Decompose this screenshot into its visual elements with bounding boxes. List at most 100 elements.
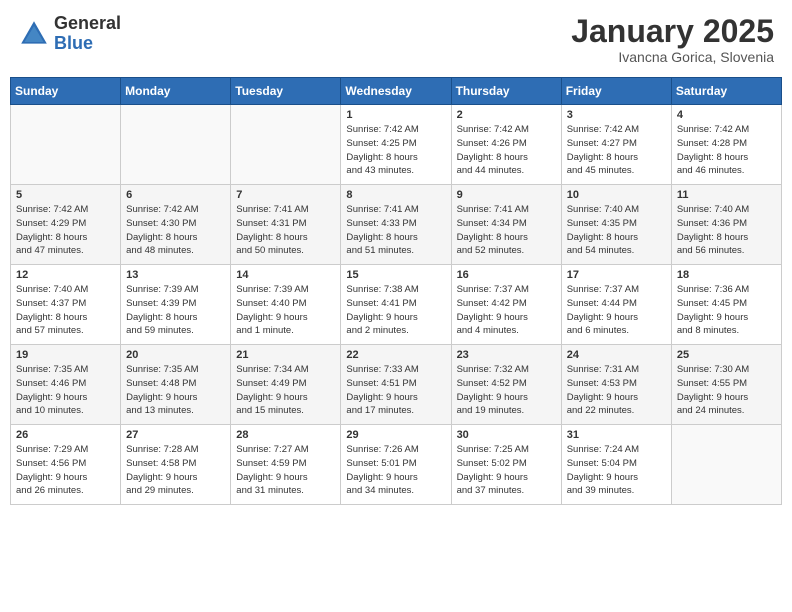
day-info: Sunrise: 7:42 AMSunset: 4:28 PMDaylight:… bbox=[677, 123, 776, 178]
day-info: Sunrise: 7:29 AMSunset: 4:56 PMDaylight:… bbox=[16, 443, 115, 498]
calendar-cell: 23Sunrise: 7:32 AMSunset: 4:52 PMDayligh… bbox=[451, 345, 561, 425]
logo-blue-text: Blue bbox=[54, 34, 121, 54]
day-info: Sunrise: 7:41 AMSunset: 4:31 PMDaylight:… bbox=[236, 203, 335, 258]
calendar-cell: 24Sunrise: 7:31 AMSunset: 4:53 PMDayligh… bbox=[561, 345, 671, 425]
calendar-cell: 15 Sunrise: 7:38 AMSunset: 4:41 PMDayligh… bbox=[341, 265, 451, 345]
calendar-week-5: 26 Sunrise: 7:29 AMSunset: 4:56 PMDayligh… bbox=[11, 425, 782, 505]
weekday-header-tuesday: Tuesday bbox=[231, 78, 341, 105]
calendar-cell bbox=[231, 105, 341, 185]
day-number: 17 bbox=[567, 269, 666, 281]
calendar-cell: 13Sunrise: 7:39 AMSunset: 4:39 PMDayligh… bbox=[121, 265, 231, 345]
calendar-cell: 26 Sunrise: 7:29 AMSunset: 4:56 PMDayligh… bbox=[11, 425, 121, 505]
logo-text: General Blue bbox=[54, 14, 121, 54]
calendar-cell: 12 Sunrise: 7:40 AMSunset: 4:37 PMDayligh… bbox=[11, 265, 121, 345]
day-info: Sunrise: 7:40 AMSunset: 4:36 PMDaylight:… bbox=[677, 203, 776, 258]
day-number: 28 bbox=[236, 429, 335, 441]
day-info: Sunrise: 7:32 AMSunset: 4:52 PMDaylight:… bbox=[457, 363, 556, 418]
location-text: Ivancna Gorica, Slovenia bbox=[571, 49, 774, 65]
day-number: 15 bbox=[346, 269, 445, 281]
day-info: Sunrise: 7:39 AMSunset: 4:40 PMDaylight:… bbox=[236, 283, 335, 338]
day-number: 9 bbox=[457, 189, 556, 201]
calendar-cell: 31 Sunrise: 7:24 AMSunset: 5:04 PMDayligh… bbox=[561, 425, 671, 505]
page-header: General Blue January 2025 Ivancna Gorica… bbox=[10, 10, 782, 69]
logo-icon bbox=[18, 18, 50, 50]
day-number: 16 bbox=[457, 269, 556, 281]
calendar-table: SundayMondayTuesdayWednesdayThursdayFrid… bbox=[10, 77, 782, 505]
calendar-cell: 17 Sunrise: 7:37 AMSunset: 4:44 PMDayligh… bbox=[561, 265, 671, 345]
day-info: Sunrise: 7:41 AMSunset: 4:33 PMDaylight:… bbox=[346, 203, 445, 258]
calendar-cell: 6Sunrise: 7:42 AMSunset: 4:30 PMDaylight… bbox=[121, 185, 231, 265]
calendar-cell: 19 Sunrise: 7:35 AMSunset: 4:46 PMDayligh… bbox=[11, 345, 121, 425]
day-info: Sunrise: 7:40 AMSunset: 4:35 PMDaylight:… bbox=[567, 203, 666, 258]
day-info: Sunrise: 7:24 AMSunset: 5:04 PMDaylight:… bbox=[567, 443, 666, 498]
day-info: Sunrise: 7:42 AMSunset: 4:26 PMDaylight:… bbox=[457, 123, 556, 178]
weekday-header-sunday: Sunday bbox=[11, 78, 121, 105]
day-number: 8 bbox=[346, 189, 445, 201]
calendar-cell: 27 Sunrise: 7:28 AMSunset: 4:58 PMDayligh… bbox=[121, 425, 231, 505]
calendar-cell: 28 Sunrise: 7:27 AMSunset: 4:59 PMDayligh… bbox=[231, 425, 341, 505]
day-number: 4 bbox=[677, 109, 776, 121]
calendar-cell: 4 Sunrise: 7:42 AMSunset: 4:28 PMDaylight… bbox=[671, 105, 781, 185]
weekday-header-wednesday: Wednesday bbox=[341, 78, 451, 105]
day-number: 27 bbox=[126, 429, 225, 441]
day-number: 10 bbox=[567, 189, 666, 201]
day-number: 2 bbox=[457, 109, 556, 121]
calendar-cell: 5Sunrise: 7:42 AMSunset: 4:29 PMDaylight… bbox=[11, 185, 121, 265]
day-info: Sunrise: 7:25 AMSunset: 5:02 PMDaylight:… bbox=[457, 443, 556, 498]
day-info: Sunrise: 7:28 AMSunset: 4:58 PMDaylight:… bbox=[126, 443, 225, 498]
day-info: Sunrise: 7:33 AMSunset: 4:51 PMDaylight:… bbox=[346, 363, 445, 418]
day-info: Sunrise: 7:26 AMSunset: 5:01 PMDaylight:… bbox=[346, 443, 445, 498]
calendar-cell: 29Sunrise: 7:26 AMSunset: 5:01 PMDayligh… bbox=[341, 425, 451, 505]
day-number: 20 bbox=[126, 349, 225, 361]
calendar-cell bbox=[11, 105, 121, 185]
calendar-cell: 2 Sunrise: 7:42 AMSunset: 4:26 PMDaylight… bbox=[451, 105, 561, 185]
day-number: 31 bbox=[567, 429, 666, 441]
day-number: 11 bbox=[677, 189, 776, 201]
day-info: Sunrise: 7:35 AMSunset: 4:46 PMDaylight:… bbox=[16, 363, 115, 418]
calendar-cell: 20 Sunrise: 7:35 AMSunset: 4:48 PMDayligh… bbox=[121, 345, 231, 425]
day-number: 7 bbox=[236, 189, 335, 201]
day-number: 5 bbox=[16, 189, 115, 201]
calendar-cell bbox=[121, 105, 231, 185]
day-info: Sunrise: 7:39 AMSunset: 4:39 PMDaylight:… bbox=[126, 283, 225, 338]
weekday-header-thursday: Thursday bbox=[451, 78, 561, 105]
calendar-cell: 8 Sunrise: 7:41 AMSunset: 4:33 PMDaylight… bbox=[341, 185, 451, 265]
calendar-cell: 7 Sunrise: 7:41 AMSunset: 4:31 PMDaylight… bbox=[231, 185, 341, 265]
calendar-cell: 14Sunrise: 7:39 AMSunset: 4:40 PMDayligh… bbox=[231, 265, 341, 345]
day-info: Sunrise: 7:37 AMSunset: 4:42 PMDaylight:… bbox=[457, 283, 556, 338]
calendar-cell: 30Sunrise: 7:25 AMSunset: 5:02 PMDayligh… bbox=[451, 425, 561, 505]
day-number: 26 bbox=[16, 429, 115, 441]
calendar-week-1: 1Sunrise: 7:42 AMSunset: 4:25 PMDaylight… bbox=[11, 105, 782, 185]
calendar-cell: 16 Sunrise: 7:37 AMSunset: 4:42 PMDayligh… bbox=[451, 265, 561, 345]
calendar-cell: 22 Sunrise: 7:33 AMSunset: 4:51 PMDayligh… bbox=[341, 345, 451, 425]
calendar-cell: 25Sunrise: 7:30 AMSunset: 4:55 PMDayligh… bbox=[671, 345, 781, 425]
day-number: 1 bbox=[346, 109, 445, 121]
calendar-week-3: 12 Sunrise: 7:40 AMSunset: 4:37 PMDayligh… bbox=[11, 265, 782, 345]
day-number: 12 bbox=[16, 269, 115, 281]
month-title: January 2025 bbox=[571, 14, 774, 49]
day-info: Sunrise: 7:34 AMSunset: 4:49 PMDaylight:… bbox=[236, 363, 335, 418]
day-info: Sunrise: 7:40 AMSunset: 4:37 PMDaylight:… bbox=[16, 283, 115, 338]
calendar-week-4: 19 Sunrise: 7:35 AMSunset: 4:46 PMDayligh… bbox=[11, 345, 782, 425]
day-info: Sunrise: 7:38 AMSunset: 4:41 PMDaylight:… bbox=[346, 283, 445, 338]
day-info: Sunrise: 7:41 AMSunset: 4:34 PMDaylight:… bbox=[457, 203, 556, 258]
day-number: 25 bbox=[677, 349, 776, 361]
calendar-cell: 9 Sunrise: 7:41 AMSunset: 4:34 PMDaylight… bbox=[451, 185, 561, 265]
calendar-cell: 3 Sunrise: 7:42 AMSunset: 4:27 PMDaylight… bbox=[561, 105, 671, 185]
day-info: Sunrise: 7:37 AMSunset: 4:44 PMDaylight:… bbox=[567, 283, 666, 338]
day-number: 19 bbox=[16, 349, 115, 361]
day-info: Sunrise: 7:35 AMSunset: 4:48 PMDaylight:… bbox=[126, 363, 225, 418]
day-info: Sunrise: 7:42 AMSunset: 4:27 PMDaylight:… bbox=[567, 123, 666, 178]
calendar-cell: 11 Sunrise: 7:40 AMSunset: 4:36 PMDayligh… bbox=[671, 185, 781, 265]
day-number: 18 bbox=[677, 269, 776, 281]
weekday-header-monday: Monday bbox=[121, 78, 231, 105]
title-block: January 2025 Ivancna Gorica, Slovenia bbox=[571, 14, 774, 65]
day-number: 22 bbox=[346, 349, 445, 361]
weekday-header-saturday: Saturday bbox=[671, 78, 781, 105]
weekday-header-row: SundayMondayTuesdayWednesdayThursdayFrid… bbox=[11, 78, 782, 105]
day-info: Sunrise: 7:27 AMSunset: 4:59 PMDaylight:… bbox=[236, 443, 335, 498]
calendar-cell: 18Sunrise: 7:36 AMSunset: 4:45 PMDayligh… bbox=[671, 265, 781, 345]
day-number: 3 bbox=[567, 109, 666, 121]
day-number: 6 bbox=[126, 189, 225, 201]
calendar-cell bbox=[671, 425, 781, 505]
